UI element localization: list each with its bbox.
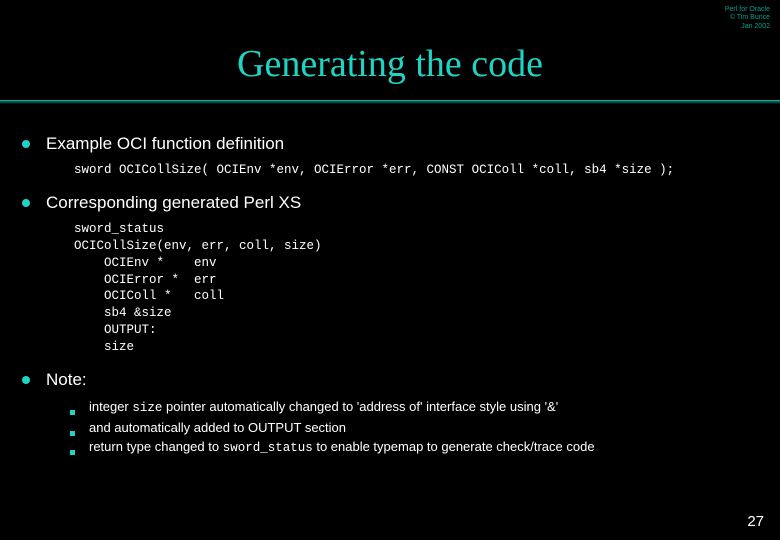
code-example-oci: sword OCICollSize( OCIEnv *env, OCIError… — [18, 162, 756, 179]
bullet-icon — [22, 140, 30, 148]
list-item: integer size pointer automatically chang… — [70, 398, 756, 417]
bullet-row: Example OCI function definition — [18, 134, 756, 154]
bullet-label: Example OCI function definition — [46, 134, 284, 154]
square-bullet-icon — [70, 431, 75, 436]
bullet-row: Note: — [18, 370, 756, 390]
code-perl-xs: sword_status OCICollSize(env, err, coll,… — [18, 221, 756, 356]
note-item-b: and automatically added to OUTPUT sectio… — [89, 419, 346, 437]
mono-sword-status: sword_status — [223, 441, 313, 455]
text-post: pointer automatically changed to 'addres… — [162, 399, 558, 414]
bullet-row: Corresponding generated Perl XS — [18, 193, 756, 213]
section-note: Note: integer size pointer automatically… — [18, 370, 756, 457]
header-line3: Jan 2002 — [725, 23, 770, 31]
square-bullet-icon — [70, 410, 75, 415]
bullet-label: Note: — [46, 370, 87, 390]
slide-content: Example OCI function definition sword OC… — [0, 134, 780, 457]
page-number: 27 — [747, 513, 764, 530]
text-post: to enable typemap to generate check/trac… — [313, 439, 595, 454]
list-item: return type changed to sword_status to e… — [70, 438, 756, 457]
section-perl-xs: Corresponding generated Perl XS sword_st… — [18, 193, 756, 356]
section-example-oci: Example OCI function definition sword OC… — [18, 134, 756, 179]
note-item-a: integer size pointer automatically chang… — [89, 398, 558, 417]
bullet-icon — [22, 376, 30, 384]
bullet-icon — [22, 199, 30, 207]
square-bullet-icon — [70, 450, 75, 455]
text-pre: return type changed to — [89, 439, 223, 454]
slide-title: Generating the code — [0, 0, 780, 100]
header-meta: Perl for Oracle © Tim Bunce Jan 2002 — [725, 6, 770, 31]
mono-size: size — [132, 401, 162, 415]
list-item: and automatically added to OUTPUT sectio… — [70, 419, 756, 437]
note-item-c: return type changed to sword_status to e… — [89, 438, 595, 457]
text-pre: integer — [89, 399, 132, 414]
bullet-label: Corresponding generated Perl XS — [46, 193, 301, 213]
header-line2: © Tim Bunce — [725, 14, 770, 22]
title-divider — [0, 100, 780, 104]
note-sublist: integer size pointer automatically chang… — [18, 398, 756, 457]
